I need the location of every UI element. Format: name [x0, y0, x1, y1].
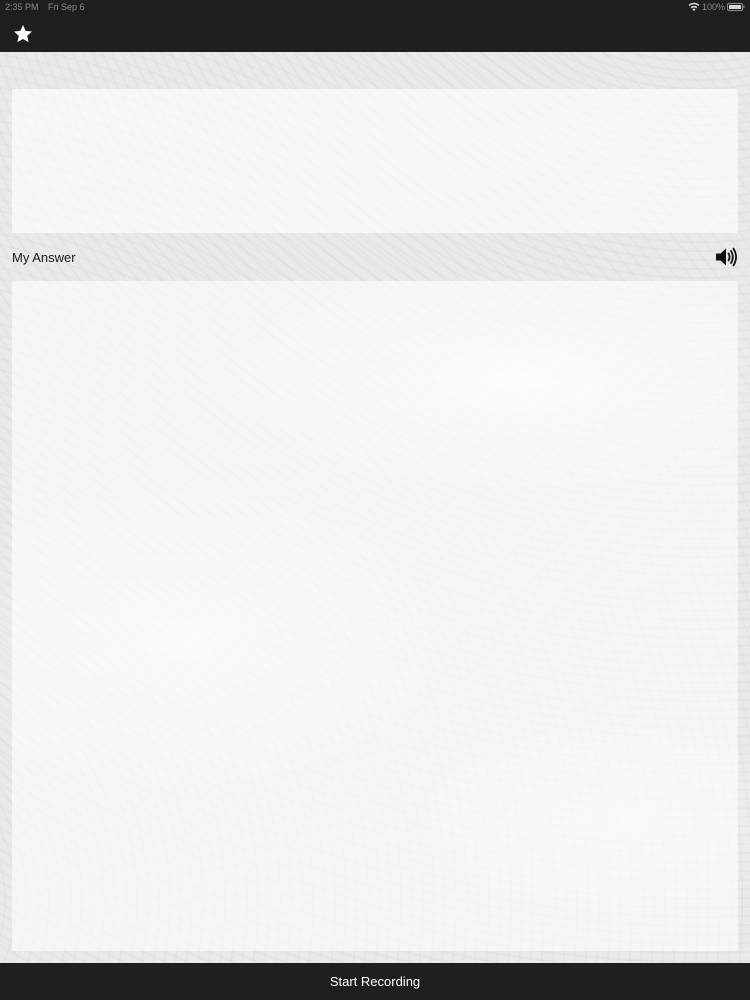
battery-icon — [727, 3, 745, 11]
start-recording-button[interactable]: Start Recording — [0, 963, 750, 1000]
status-time: 2:35 PM — [5, 2, 39, 12]
speaker-icon — [716, 247, 737, 267]
play-audio-button[interactable] — [714, 246, 738, 268]
favorite-button[interactable] — [10, 21, 36, 47]
star-icon — [14, 25, 32, 43]
question-panel — [12, 89, 738, 233]
status-date: Fri Sep 6 — [48, 2, 85, 12]
wifi-icon — [688, 2, 700, 12]
battery-percent: 100% — [702, 2, 726, 12]
my-answer-label: My Answer — [12, 250, 76, 265]
status-bar: 2:35 PM Fri Sep 6 100% — [0, 0, 750, 14]
navigation-bar — [0, 14, 750, 52]
answer-header: My Answer — [0, 235, 750, 279]
bottom-toolbar: Start Recording — [0, 963, 750, 1000]
answer-text-area[interactable] — [12, 281, 738, 951]
